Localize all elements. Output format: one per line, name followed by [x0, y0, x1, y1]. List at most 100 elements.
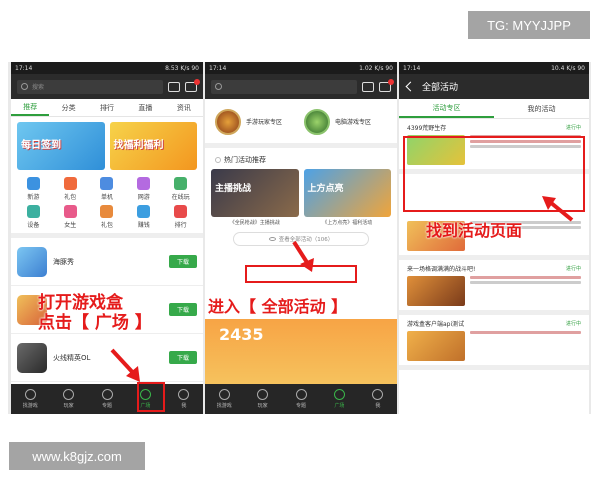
square-icon	[333, 389, 345, 400]
gift-icon	[100, 205, 114, 218]
nav-players[interactable]: 玩家	[243, 384, 281, 414]
game-icon	[24, 389, 36, 400]
status-time: 17:14	[15, 64, 33, 72]
featured-zones: 手游玩家专区 电脑游戏专区	[205, 99, 397, 148]
message-icon[interactable]	[362, 81, 374, 92]
grid-item[interactable]: 排行	[162, 205, 199, 229]
grid-item[interactable]: 新游	[15, 177, 52, 201]
shortcut-grid: 新游 礼包 单机 网游 在线玩 设备 女生 礼包 赚钱 排行	[11, 175, 203, 233]
zone-avatar	[304, 109, 330, 135]
play-online-icon	[174, 177, 188, 190]
stats-panel: 2435	[205, 319, 397, 384]
tab-my-activities[interactable]: 我的活动	[494, 99, 589, 118]
banner-row: 每日签到 找福利福利	[11, 117, 203, 175]
grid-item[interactable]: 赚钱	[125, 205, 162, 229]
promo-captions: 《全民枪战》主播挑战 《上方点亮》福利活动	[205, 217, 397, 228]
nav-find-games[interactable]: 找游戏	[205, 384, 243, 414]
grid-item[interactable]: 女生	[52, 205, 89, 229]
promo-caption: 《上方点亮》福利活动	[322, 220, 373, 226]
nav-square[interactable]: 广场	[320, 384, 358, 414]
status-bar: 17:14 10.4 K/s 90	[399, 62, 589, 74]
app-name: 海豚秀	[53, 257, 74, 266]
grid-item[interactable]: 单机	[89, 177, 126, 201]
activity-card[interactable]: 来一场格调满满的战斗吧! 进行中	[399, 260, 589, 315]
featured-pc-zone[interactable]: 电脑游戏专区	[304, 109, 387, 135]
list-item[interactable]: 海豚秀 下载	[11, 238, 203, 286]
download-button[interactable]: 下载	[169, 351, 197, 364]
bottom-nav: 找游戏 玩家 专题 广场 我	[11, 384, 203, 414]
tab-recommend[interactable]: 推荐	[11, 99, 50, 116]
nav-me[interactable]: 我	[165, 384, 203, 414]
topics-icon	[101, 389, 113, 400]
search-input[interactable]	[211, 79, 357, 94]
nav-topics[interactable]: 专题	[282, 384, 320, 414]
single-player-icon	[100, 177, 114, 190]
top-bar: 搜索	[11, 74, 203, 99]
highlight-square-tab	[137, 382, 165, 412]
nav-find-games[interactable]: 找游戏	[11, 384, 49, 414]
nav-topics[interactable]: 专题	[88, 384, 126, 414]
notification-dot	[194, 78, 200, 85]
search-input[interactable]: 搜索	[17, 79, 163, 94]
promo-caption: 《全民枪战》主播挑战	[229, 220, 280, 226]
tab-live[interactable]: 直播	[126, 99, 164, 116]
back-arrow-icon[interactable]	[405, 81, 416, 92]
status-right: 10.4 K/s 90	[551, 64, 585, 72]
earn-icon	[137, 205, 151, 218]
banner-daily-signin[interactable]: 每日签到	[17, 122, 105, 170]
download-button[interactable]: 下载	[169, 303, 197, 316]
download-button[interactable]: 下载	[169, 255, 197, 268]
hot-activities-title: 热门活动推荐	[205, 148, 397, 169]
app-icon	[17, 342, 47, 373]
list-item[interactable]: 火线精英OL 下载	[11, 334, 203, 382]
search-icon	[21, 83, 28, 90]
activity-image	[407, 331, 465, 361]
status-bar: 17:14 8.53 K/s 90	[11, 62, 203, 74]
tab-news[interactable]: 资讯	[165, 99, 203, 116]
annotation-step-3: 找到活动页面	[426, 221, 523, 240]
screenshot-canvas: TG: MYYJJPP 17:14 8.53 K/s 90 搜索 推荐 分类 排…	[0, 0, 600, 480]
annotation-step-1: 打开游戏盒 点击【 广场 】	[38, 293, 152, 333]
ranking-icon	[174, 205, 188, 218]
players-icon	[257, 389, 269, 400]
status-right: 8.53 K/s 90	[165, 64, 199, 72]
zone-avatar	[215, 109, 241, 135]
online-game-icon	[137, 177, 151, 190]
notification-dot	[388, 78, 394, 85]
new-games-icon	[26, 177, 40, 190]
tab-category[interactable]: 分类	[49, 99, 87, 116]
arrow-to-activity-icon	[542, 196, 574, 222]
featured-mobile-zone[interactable]: 手游玩家专区	[215, 109, 298, 135]
grid-item[interactable]: 设备	[15, 205, 52, 229]
device-icon	[26, 205, 40, 218]
grid-item[interactable]: 在线玩	[162, 177, 199, 201]
gift-pack-icon	[63, 177, 77, 190]
search-icon	[215, 83, 222, 90]
arrow-to-square-icon	[110, 348, 140, 382]
status-time: 17:14	[403, 64, 421, 72]
gift-icon[interactable]	[185, 78, 200, 92]
message-icon[interactable]	[168, 81, 180, 92]
promo-card[interactable]: 主播挑战	[211, 169, 299, 217]
bottom-nav: 找游戏 玩家 专题 广场 我	[205, 384, 397, 414]
stats-count: 2435	[219, 325, 264, 344]
tab-ranking[interactable]: 排行	[88, 99, 126, 116]
page-title: 全部活动	[422, 83, 459, 93]
app-icon	[17, 246, 47, 277]
grid-item[interactable]: 礼包	[89, 205, 126, 229]
nav-players[interactable]: 玩家	[49, 384, 87, 414]
grid-item[interactable]: 网游	[125, 177, 162, 201]
game-icon	[218, 389, 230, 400]
website-watermark: www.k8gjz.com	[9, 442, 145, 470]
promo-card[interactable]: 上方点亮	[303, 169, 391, 217]
tab-activity-zone[interactable]: 活动专区	[399, 99, 494, 118]
status-time: 17:14	[209, 64, 227, 72]
nav-me[interactable]: 我	[359, 384, 397, 414]
banner-benefits[interactable]: 找福利福利	[109, 122, 197, 170]
gift-icon[interactable]	[379, 78, 394, 92]
top-bar	[205, 74, 397, 99]
activity-card[interactable]: 游戏盒客户端api测试 进行中	[399, 315, 589, 370]
telegram-watermark: TG: MYYJJPP	[468, 11, 590, 39]
grid-item[interactable]: 礼包	[52, 177, 89, 201]
eye-icon	[268, 237, 276, 241]
